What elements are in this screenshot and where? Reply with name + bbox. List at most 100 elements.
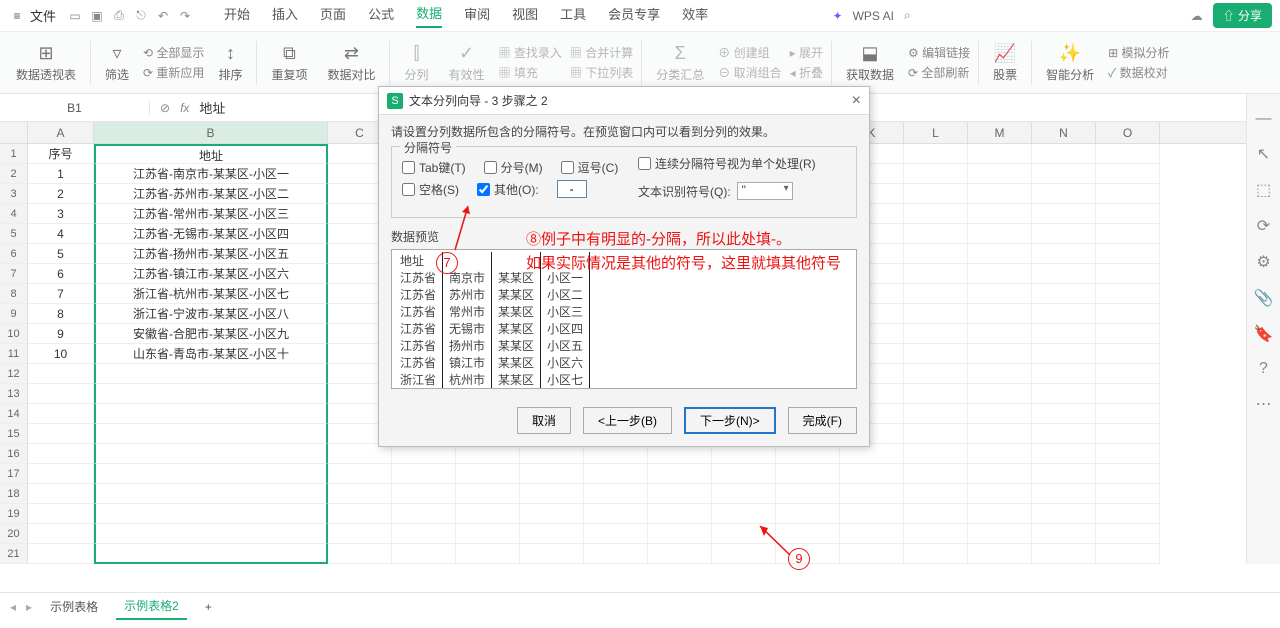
cell[interactable] — [328, 484, 392, 504]
cell[interactable] — [520, 544, 584, 564]
cell[interactable] — [1032, 144, 1096, 164]
cell[interactable] — [1032, 224, 1096, 244]
cell[interactable] — [968, 284, 1032, 304]
cell[interactable] — [1096, 284, 1160, 304]
cell[interactable] — [648, 464, 712, 484]
tab-formula[interactable]: 公式 — [368, 4, 394, 27]
cell[interactable]: 江苏省-苏州市-某某区-小区二 — [94, 184, 328, 204]
cell[interactable]: 山东省-青岛市-某某区-小区十 — [94, 344, 328, 364]
cell[interactable] — [584, 444, 648, 464]
cell[interactable] — [904, 364, 968, 384]
cell[interactable]: 1 — [28, 164, 94, 184]
cell[interactable]: 浙江省-杭州市-某某区-小区七 — [94, 284, 328, 304]
cell[interactable] — [840, 464, 904, 484]
tab-tools[interactable]: 工具 — [560, 4, 586, 27]
ribbon-sort[interactable]: ↕排序 — [212, 43, 248, 83]
colhdr-B[interactable]: B — [94, 122, 328, 143]
cell[interactable] — [392, 544, 456, 564]
sb-settings-icon[interactable]: ⚙ — [1256, 252, 1270, 272]
cell[interactable] — [840, 524, 904, 544]
cell[interactable] — [1032, 184, 1096, 204]
cell[interactable] — [904, 224, 968, 244]
cell[interactable] — [28, 544, 94, 564]
cell[interactable] — [968, 204, 1032, 224]
rowhdr[interactable]: 12 — [0, 364, 28, 384]
chk-tab[interactable]: Tab键(T) — [402, 159, 466, 176]
cell[interactable] — [520, 484, 584, 504]
cell[interactable] — [904, 424, 968, 444]
cell[interactable] — [904, 444, 968, 464]
ribbon-create-group[interactable]: ⊕ 创建组 — [718, 44, 781, 61]
cell[interactable] — [712, 544, 776, 564]
sb-attach-icon[interactable]: 📎 — [1254, 288, 1274, 308]
new-icon[interactable]: ▭ — [64, 5, 86, 27]
cell[interactable] — [94, 484, 328, 504]
cell[interactable] — [1032, 264, 1096, 284]
cell[interactable] — [456, 484, 520, 504]
tab-start[interactable]: 开始 — [224, 4, 250, 27]
cell[interactable] — [94, 384, 328, 404]
ribbon-refresh[interactable]: ⟳ 全部刷新 — [908, 64, 970, 81]
cell[interactable] — [392, 484, 456, 504]
cell[interactable] — [1096, 184, 1160, 204]
cell[interactable] — [1096, 384, 1160, 404]
ribbon-filter[interactable]: ▿筛选 — [99, 43, 135, 83]
cell[interactable] — [584, 544, 648, 564]
cell[interactable] — [776, 544, 840, 564]
cell[interactable] — [904, 144, 968, 164]
save-icon[interactable]: ⎙ — [108, 5, 130, 27]
open-icon[interactable]: ▣ — [86, 5, 108, 27]
cell[interactable] — [1032, 364, 1096, 384]
cell[interactable] — [1096, 404, 1160, 424]
cell[interactable]: 江苏省-南京市-某某区-小区一 — [94, 164, 328, 184]
cell[interactable] — [712, 444, 776, 464]
rowhdr[interactable]: 10 — [0, 324, 28, 344]
ribbon-split[interactable]: ⫿分列 — [398, 43, 434, 83]
ribbon-subtotal[interactable]: Σ分类汇总 — [650, 43, 710, 83]
cell[interactable] — [328, 464, 392, 484]
cell[interactable]: 江苏省-常州市-某某区-小区三 — [94, 204, 328, 224]
sheet-tab-1[interactable]: 示例表格 — [42, 594, 106, 619]
chk-comma[interactable]: 逗号(C) — [561, 159, 619, 176]
cell[interactable] — [1096, 344, 1160, 364]
ribbon-ungroup[interactable]: ⊖ 取消组合 — [718, 64, 781, 81]
cell[interactable] — [968, 484, 1032, 504]
cell[interactable] — [28, 484, 94, 504]
sb-bookmark-icon[interactable]: 🔖 — [1254, 324, 1274, 344]
cell[interactable] — [904, 504, 968, 524]
cell[interactable] — [520, 524, 584, 544]
next-button[interactable]: 下一步(N)> — [684, 407, 776, 434]
sb-style-icon[interactable]: ⬚ — [1256, 180, 1271, 200]
cell[interactable] — [1096, 364, 1160, 384]
rowhdr[interactable]: 13 — [0, 384, 28, 404]
cell[interactable] — [94, 464, 328, 484]
rowhdr[interactable]: 20 — [0, 524, 28, 544]
ribbon-showall[interactable]: ⟲ 全部显示 — [143, 44, 204, 61]
cell[interactable] — [1096, 524, 1160, 544]
select-all-corner[interactable] — [0, 122, 28, 143]
cell[interactable] — [1096, 464, 1160, 484]
cell[interactable] — [1032, 304, 1096, 324]
cell[interactable] — [328, 504, 392, 524]
rowhdr[interactable]: 16 — [0, 444, 28, 464]
ribbon-collapse[interactable]: ◂ 折叠 — [790, 64, 823, 81]
ribbon-sim[interactable]: ⊞ 模拟分析 — [1108, 44, 1169, 61]
cell[interactable] — [584, 484, 648, 504]
cell[interactable] — [1096, 484, 1160, 504]
cell[interactable] — [1032, 424, 1096, 444]
cell[interactable] — [712, 504, 776, 524]
cell[interactable]: 江苏省-镇江市-某某区-小区六 — [94, 264, 328, 284]
ribbon-lookup[interactable]: ▦ 查找录入 — [499, 44, 562, 61]
cell[interactable] — [968, 224, 1032, 244]
hamburger-icon[interactable]: ≡ — [8, 9, 26, 23]
cell[interactable] — [904, 544, 968, 564]
rowhdr[interactable]: 14 — [0, 404, 28, 424]
cell[interactable] — [968, 364, 1032, 384]
cell[interactable] — [904, 524, 968, 544]
cell[interactable] — [840, 544, 904, 564]
undo-icon[interactable]: ↶ — [152, 5, 174, 27]
cell[interactable] — [28, 364, 94, 384]
cell[interactable] — [1096, 544, 1160, 564]
cell[interactable] — [328, 544, 392, 564]
cell[interactable] — [456, 464, 520, 484]
